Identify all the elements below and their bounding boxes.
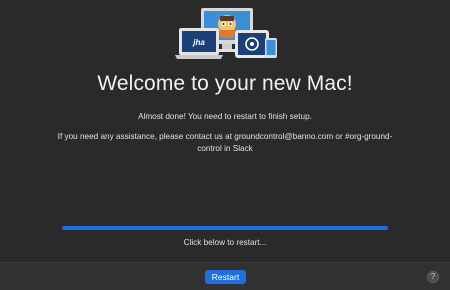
welcome-title: Welcome to your new Mac!: [97, 72, 353, 95]
tablet-icon: [235, 30, 269, 58]
setup-progress-bar: [62, 226, 388, 230]
setup-content: jha Welcome to your new Mac! Almost done…: [0, 0, 450, 262]
laptop-logo: jha: [192, 38, 205, 47]
help-button[interactable]: ?: [427, 271, 439, 283]
footer-bar: Restart ?: [0, 262, 450, 290]
setup-progress-fill: [62, 226, 388, 230]
assistance-message: If you need any assistance, please conta…: [57, 132, 393, 153]
devices-illustration: jha: [175, 8, 277, 59]
restart-message: Almost done! You need to restart to fini…: [138, 112, 312, 121]
restart-hint: Click below to restart...: [183, 238, 267, 247]
laptop-icon: jha: [175, 28, 223, 59]
robot-mascot-icon: [218, 15, 236, 38]
restart-button[interactable]: Restart: [205, 270, 246, 284]
